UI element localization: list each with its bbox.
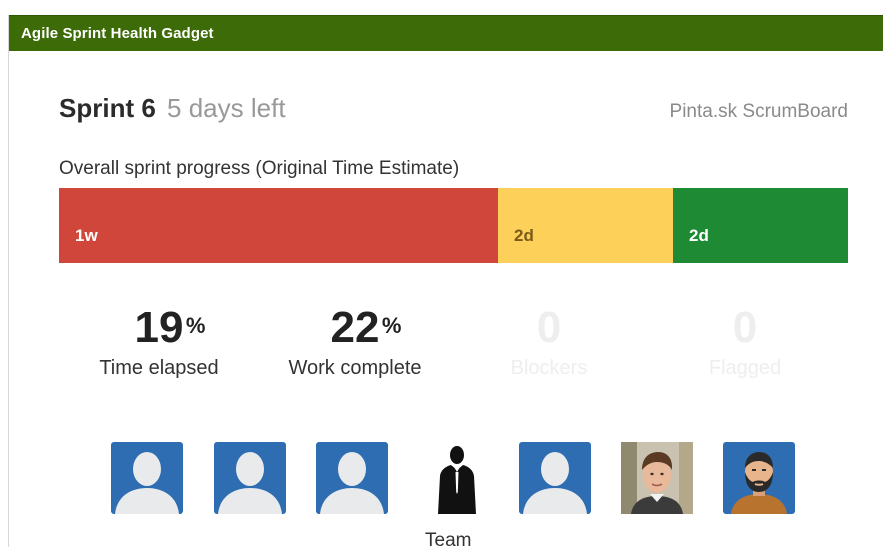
stat-time-elapsed-caption: Time elapsed	[99, 357, 219, 379]
stat-time-elapsed: 19% Time elapsed	[69, 303, 249, 380]
progress-segment-label: 2d	[689, 226, 709, 245]
team-section: Team	[9, 440, 883, 551]
stat-work-complete-caption: Work complete	[288, 357, 422, 379]
gadget-title: Agile Sprint Health Gadget	[21, 25, 214, 42]
stat-work-complete: 22% Work complete	[265, 303, 445, 380]
percent-sign: %	[185, 313, 206, 338]
scrumboard-link[interactable]: Pinta.sk ScrumBoard	[670, 101, 848, 123]
stat-blockers-value: 0	[536, 303, 562, 352]
stat-blockers[interactable]: 0 Blockers	[459, 303, 639, 380]
progress-segment[interactable]: 2d	[673, 188, 848, 263]
default-avatar[interactable]	[214, 442, 286, 514]
stat-flagged-value: 0	[732, 303, 758, 352]
sprint-heading: Sprint 6 5 days left	[59, 93, 286, 124]
sprint-progress-bar[interactable]: 1w 2d 2d	[59, 188, 848, 263]
photo-avatar[interactable]	[621, 442, 693, 514]
progress-segment[interactable]: 1w	[59, 188, 498, 263]
default-avatar[interactable]	[519, 442, 591, 514]
team-icon[interactable]	[421, 442, 493, 514]
sprint-stats: 19% Time elapsed 22% Work complete 0 Blo…	[59, 303, 848, 393]
sprint-health-gadget: Agile Sprint Health Gadget Sprint 6 5 da…	[8, 15, 883, 551]
default-avatar[interactable]	[111, 442, 183, 514]
bearded-man-avatar[interactable]	[723, 442, 795, 514]
default-avatar[interactable]	[316, 442, 388, 514]
progress-label: Overall sprint progress (Original Time E…	[59, 158, 460, 179]
team-label: Team	[425, 530, 472, 551]
progress-segment-label: 1w	[75, 226, 98, 245]
progress-segment[interactable]: 2d	[498, 188, 673, 263]
progress-segment-label: 2d	[514, 226, 534, 245]
stat-time-elapsed-value: 19%	[134, 303, 206, 352]
stat-flagged-caption: Flagged	[708, 357, 782, 379]
stat-blockers-caption: Blockers	[510, 357, 588, 379]
sprint-time-left: 5 days left	[167, 93, 286, 123]
sprint-name: Sprint 6	[59, 93, 156, 123]
gadget-header: Agile Sprint Health Gadget	[9, 15, 883, 51]
percent-sign: %	[381, 313, 402, 338]
stat-flagged[interactable]: 0 Flagged	[655, 303, 835, 380]
stat-work-complete-value: 22%	[330, 303, 402, 352]
